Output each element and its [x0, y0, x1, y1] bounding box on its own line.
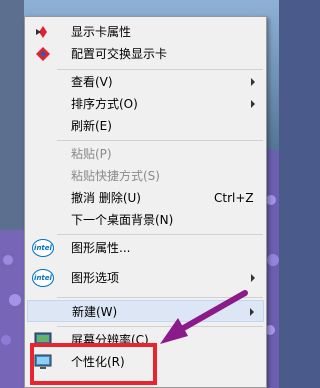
- menu-item-new[interactable]: 新建(W): [27, 300, 264, 322]
- menu-separator: [57, 234, 263, 235]
- menu-separator: [57, 326, 263, 327]
- menu-item-label: 新建(W): [72, 305, 118, 319]
- menu-item-label: 下一个桌面背景(N): [71, 213, 174, 227]
- highlight-box: [30, 343, 157, 385]
- desktop-context-menu: 显示卡属性 配置可交换显示卡 查看(V) 排序方式(O) 刷新(E) 粘贴(P)…: [24, 16, 267, 388]
- submenu-arrow-icon: [251, 100, 255, 108]
- menu-item-refresh[interactable]: 刷新(E): [27, 115, 264, 137]
- display-properties-icon: [36, 26, 47, 38]
- menu-item-label: 排序方式(O): [71, 97, 138, 111]
- menu-item-graphics-properties[interactable]: intel 图形属性...: [27, 237, 264, 259]
- intel-icon: intel: [32, 269, 54, 287]
- menu-item-label: 图形选项: [71, 271, 120, 285]
- menu-item-label: 配置可交换显示卡: [71, 47, 168, 61]
- menu-separator: [57, 140, 263, 141]
- menu-item-paste: 粘贴(P): [27, 143, 264, 165]
- intel-icon: intel: [32, 239, 54, 257]
- menu-item-label: 刷新(E): [71, 119, 112, 133]
- submenu-arrow-icon: [251, 78, 255, 86]
- menu-separator: [57, 69, 263, 70]
- menu-item-next-desktop-background[interactable]: 下一个桌面背景(N): [27, 209, 264, 231]
- menu-item-graphics-options[interactable]: intel 图形选项: [27, 267, 264, 289]
- menu-item-label: 查看(V): [71, 75, 113, 89]
- menu-item-label: 粘贴(P): [71, 147, 112, 161]
- menu-item-paste-shortcut: 粘贴快捷方式(S): [27, 165, 264, 187]
- submenu-arrow-icon: [250, 308, 254, 316]
- menu-item-shortcut: Ctrl+Z: [214, 191, 254, 205]
- menu-item-undo-delete[interactable]: 撤消 删除(U) Ctrl+Z: [27, 187, 264, 209]
- menu-item-label: 粘贴快捷方式(S): [71, 169, 160, 183]
- amd-icon: [36, 47, 50, 61]
- menu-item-label: 撤消 删除(U): [71, 191, 141, 205]
- menu-item-switchable-graphics[interactable]: 配置可交换显示卡: [27, 43, 264, 65]
- menu-item-label: 图形属性...: [71, 241, 131, 255]
- menu-item-view[interactable]: 查看(V): [27, 71, 264, 93]
- menu-item-sort-by[interactable]: 排序方式(O): [27, 93, 264, 115]
- menu-separator: [57, 297, 263, 298]
- submenu-arrow-icon: [251, 274, 255, 282]
- menu-item-label: 显示卡属性: [71, 25, 132, 39]
- menu-item-display-card-properties[interactable]: 显示卡属性: [27, 21, 264, 43]
